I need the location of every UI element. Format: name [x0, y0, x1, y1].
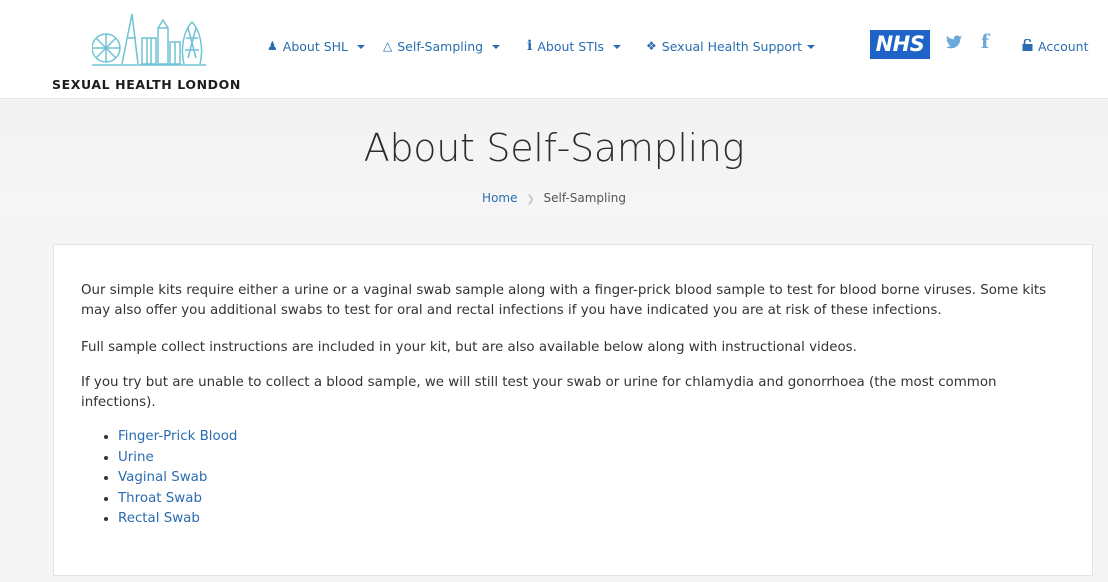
content-panel: Our simple kits require either a urine o… — [53, 244, 1093, 576]
account-link[interactable]: Account — [1022, 36, 1088, 56]
nav-about-stis[interactable]: i About STIs — [527, 36, 622, 56]
logo-text: SEXUAL HEALTH LONDON — [52, 77, 241, 92]
users-icon: ♟ — [267, 39, 278, 53]
list-item: Finger-Prick Blood — [118, 427, 237, 448]
twitter-icon[interactable] — [946, 34, 962, 56]
account-label: Account — [1038, 38, 1089, 54]
breadcrumb-home-link[interactable]: Home — [482, 191, 517, 205]
site-header: SEXUAL HEALTH LONDON ♟ About SHL △ Self-… — [0, 0, 1108, 99]
nav-about-shl[interactable]: ♟ About SHL — [267, 36, 365, 56]
ribbon-icon: ❖ — [646, 39, 657, 53]
caret-down-icon — [613, 45, 622, 49]
blood-sample-paragraph: If you try but are unable to collect a b… — [81, 375, 997, 410]
title-band: About Self-Sampling Home ❯ Self-Sampling — [0, 99, 1108, 217]
london-skyline-icon — [92, 13, 206, 66]
urine-link[interactable]: Urine — [118, 450, 154, 465]
rectal-swab-link[interactable]: Rectal Swab — [118, 511, 200, 526]
chevron-right-icon: ❯ — [526, 194, 535, 205]
vaginal-swab-link[interactable]: Vaginal Swab — [118, 470, 207, 485]
nhs-logo[interactable]: NHS — [870, 30, 930, 59]
finger-prick-blood-link[interactable]: Finger-Prick Blood — [118, 429, 237, 444]
facebook-icon[interactable]: f — [981, 31, 989, 53]
breadcrumb-current: Self-Sampling — [543, 191, 626, 205]
list-item: Rectal Swab — [118, 509, 237, 530]
caret-down-icon — [357, 45, 365, 49]
nav-about-shl-label: About SHL — [282, 38, 348, 54]
flask-icon: △ — [383, 39, 393, 53]
nav-sexual-health-support[interactable]: ❖ Sexual Health Support — [646, 36, 816, 56]
lock-icon — [1022, 37, 1033, 54]
nav-about-stis-label: About STIs — [537, 38, 605, 54]
info-icon: i — [527, 38, 533, 54]
intro-paragraph: Our simple kits require either a urine o… — [81, 283, 1047, 318]
list-item: Vaginal Swab — [118, 468, 237, 489]
nav-self-sampling-label: Self-Sampling — [397, 38, 484, 54]
caret-down-icon — [807, 45, 816, 49]
sample-type-list: Finger-Prick Blood Urine Vaginal Swab Th… — [100, 427, 237, 530]
site-logo[interactable]: SEXUAL HEALTH LONDON — [52, 8, 262, 92]
page-title: About Self-Sampling — [363, 126, 745, 170]
list-item: Throat Swab — [118, 489, 237, 510]
caret-down-icon — [492, 45, 501, 49]
breadcrumb: Home ❯ Self-Sampling — [0, 191, 1108, 205]
list-item: Urine — [118, 448, 237, 469]
throat-swab-link[interactable]: Throat Swab — [118, 491, 202, 506]
instructions-paragraph: Full sample collect instructions are inc… — [81, 340, 857, 355]
nav-sexual-health-support-label: Sexual Health Support — [661, 38, 803, 54]
nav-self-sampling[interactable]: △ Self-Sampling — [383, 36, 501, 56]
